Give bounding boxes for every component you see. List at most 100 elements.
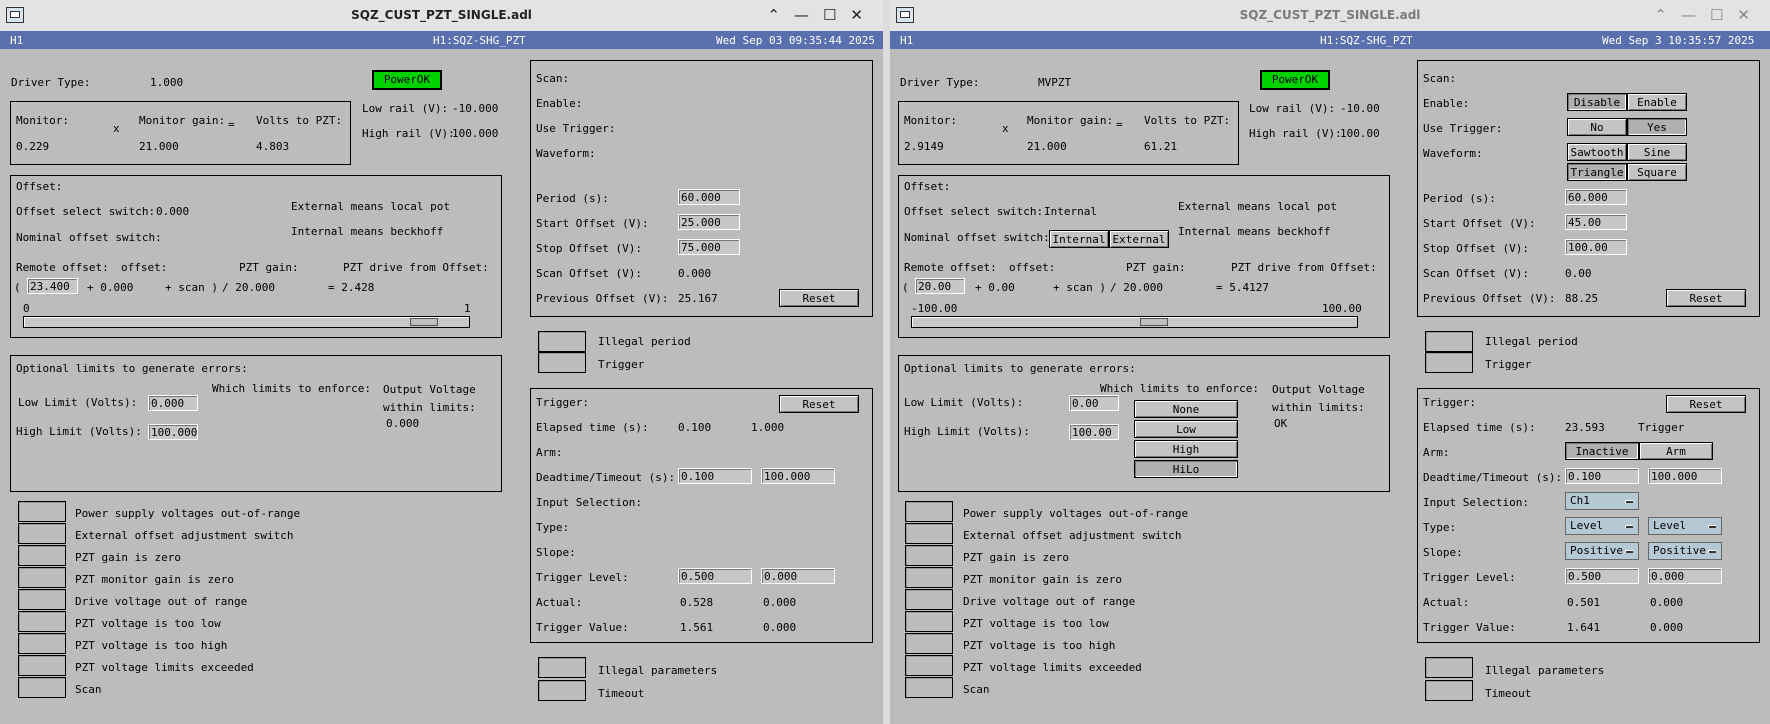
period-label: Period (s):: [1423, 192, 1496, 205]
arm-label: Arm:: [536, 446, 563, 459]
previous-offset-label: Previous Offset (V):: [536, 292, 669, 305]
trigger-level-input[interactable]: 0.500: [1565, 568, 1639, 584]
high-limit-label: High Limit (Volts):: [16, 425, 142, 438]
high-rail-value: 100.00: [1340, 127, 1380, 140]
site-label: H1: [10, 34, 24, 47]
divide-gain: / 20.000: [222, 281, 275, 294]
slope-dropdown-1[interactable]: Positive: [1565, 542, 1639, 560]
status-indicator-label: PZT voltage limits exceeded: [963, 661, 1142, 674]
waveform-square-button[interactable]: Square: [1627, 163, 1687, 181]
trigger-level-input[interactable]: 0.500: [678, 568, 752, 584]
timeout-input[interactable]: 100.000: [1648, 468, 1722, 484]
scan-disable-button[interactable]: Disable: [1567, 93, 1627, 111]
trigger-value-label: Trigger Value:: [536, 621, 629, 634]
stop-offset-label: Stop Offset (V):: [536, 242, 642, 255]
deadtime-input[interactable]: 0.100: [678, 468, 752, 484]
external-note: External means local pot: [1178, 200, 1337, 213]
monitor-value: 0.229: [16, 140, 50, 153]
remote-offset-input[interactable]: 20.00: [915, 278, 965, 294]
slider-thumb[interactable]: [1140, 318, 1168, 326]
title-bar[interactable]: SQZ_CUST_PZT_SINGLE.adl ⌃—☐✕: [890, 0, 1770, 31]
limit-hilo-button[interactable]: HiLo: [1134, 460, 1238, 478]
status-indicator-led: [18, 589, 66, 610]
use-trigger-no-button[interactable]: No: [1567, 118, 1627, 136]
offset-slider[interactable]: [23, 316, 470, 328]
trigger-indicator-label: Trigger: [1485, 358, 1532, 371]
monitor-panel: [10, 101, 351, 165]
offset-slider[interactable]: [911, 316, 1358, 328]
actual-label: Actual:: [536, 596, 583, 609]
chevron-up-icon[interactable]: ⌃: [767, 6, 794, 24]
period-input[interactable]: 60.000: [678, 189, 740, 205]
output-voltage-label-1: Output Voltage: [383, 383, 476, 396]
status-indicator-led: [905, 677, 953, 698]
deadtime-input[interactable]: 0.100: [1565, 468, 1639, 484]
trigger-level-2-input[interactable]: 0.000: [1648, 568, 1722, 584]
scan-reset-button[interactable]: Reset: [1666, 289, 1746, 307]
window-title: SQZ_CUST_PZT_SINGLE.adl: [351, 8, 532, 22]
maximize-icon[interactable]: ☐: [823, 6, 850, 24]
window-divider: [883, 0, 890, 724]
start-offset-input[interactable]: 25.000: [678, 214, 740, 230]
status-indicator-label: PZT monitor gain is zero: [75, 573, 234, 586]
high-limit-input[interactable]: 100.000: [148, 424, 198, 440]
maximize-icon[interactable]: ☐: [1710, 6, 1737, 24]
waveform-sawtooth-button[interactable]: Sawtooth: [1567, 143, 1627, 161]
limit-low-button[interactable]: Low: [1134, 420, 1238, 438]
status-indicator-led: [905, 523, 953, 544]
input-selection-dropdown[interactable]: Ch1: [1565, 492, 1639, 510]
trigger-indicator-label: Trigger: [598, 358, 645, 371]
minimize-icon[interactable]: —: [794, 6, 823, 24]
low-limit-input[interactable]: 0.000: [148, 395, 198, 411]
site-label: H1: [900, 34, 914, 47]
stop-offset-input[interactable]: 100.00: [1565, 239, 1627, 255]
scan-reset-button[interactable]: Reset: [779, 289, 859, 307]
elapsed-time-label: Elapsed time (s):: [536, 421, 649, 434]
status-indicator-label: Power supply voltages out-of-range: [75, 507, 301, 520]
trigger-level-2-input[interactable]: 0.000: [761, 568, 835, 584]
stop-offset-input[interactable]: 75.000: [678, 239, 740, 255]
elapsed-time-value: 23.593: [1565, 421, 1605, 434]
status-indicator-led: [905, 633, 953, 654]
plus-scan: + scan ): [165, 281, 218, 294]
nominal-external-button[interactable]: External: [1109, 230, 1169, 248]
slider-min: -100.00: [911, 302, 958, 315]
waveform-sine-button[interactable]: Sine: [1627, 143, 1687, 161]
slope-dropdown-2[interactable]: Positive: [1648, 542, 1722, 560]
status-indicator-led: [905, 655, 953, 676]
trigger-level-label: Trigger Level:: [536, 571, 629, 584]
limit-none-button[interactable]: None: [1134, 400, 1238, 418]
trigger-reset-button[interactable]: Reset: [1666, 395, 1746, 413]
title-bar[interactable]: SQZ_CUST_PZT_SINGLE.adl ⌃—☐✕: [0, 0, 883, 31]
minimize-icon[interactable]: —: [1681, 6, 1710, 24]
timeout-input[interactable]: 100.000: [761, 468, 835, 484]
close-icon[interactable]: ✕: [1737, 6, 1764, 24]
slider-thumb[interactable]: [410, 318, 438, 326]
low-limit-input[interactable]: 0.00: [1069, 395, 1119, 411]
remote-offset-input[interactable]: 23.400: [27, 278, 78, 294]
type-dropdown-2[interactable]: Level: [1648, 517, 1722, 535]
arm-button[interactable]: Arm: [1639, 442, 1713, 460]
use-trigger-yes-button[interactable]: Yes: [1627, 118, 1687, 136]
limit-high-button[interactable]: High: [1134, 440, 1238, 458]
monitor-panel: [898, 101, 1239, 165]
status-indicator-led: [905, 567, 953, 588]
start-offset-input[interactable]: 45.00: [1565, 214, 1627, 230]
high-rail-label: High rail (V):: [1249, 127, 1342, 140]
pzt-drive-label: PZT drive from Offset:: [1231, 261, 1377, 274]
period-input[interactable]: 60.000: [1565, 189, 1627, 205]
high-limit-input[interactable]: 100.00: [1069, 424, 1119, 440]
trigger-reset-button[interactable]: Reset: [779, 395, 859, 413]
status-indicator-label: PZT voltage is too high: [963, 639, 1116, 652]
chevron-up-icon[interactable]: ⌃: [1654, 6, 1681, 24]
offset-select-value: 0.000: [156, 205, 190, 218]
waveform-triangle-button[interactable]: Triangle: [1567, 163, 1627, 181]
scan-enable-button[interactable]: Enable: [1627, 93, 1687, 111]
close-icon[interactable]: ✕: [850, 6, 877, 24]
type-dropdown-1[interactable]: Level: [1565, 517, 1639, 535]
which-limits-label: Which limits to enforce:: [212, 382, 371, 395]
type-label: Type:: [1423, 521, 1457, 534]
arm-inactive-button[interactable]: Inactive: [1565, 442, 1639, 460]
low-rail-value: -10.000: [452, 102, 499, 115]
nominal-internal-button[interactable]: Internal: [1049, 230, 1109, 248]
